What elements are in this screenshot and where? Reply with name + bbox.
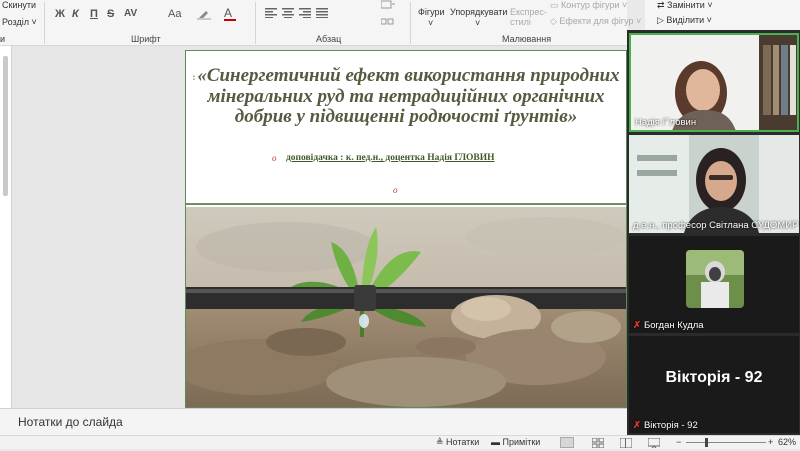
text-direction-icon[interactable]	[380, 0, 395, 13]
participant-name: ✗ Вікторія - 92	[633, 420, 698, 431]
ribbon: Скинути Розділ ˅ и Ж К П S AV Aa A Шрифт…	[0, 0, 646, 46]
participant-tile-speaking[interactable]: Надія Г'ловин	[629, 33, 799, 132]
zoom-out-button[interactable]: −	[676, 437, 681, 447]
zoom-slider-track[interactable]	[686, 442, 766, 443]
change-case-button[interactable]: Aa	[168, 8, 181, 20]
red-marker: о	[393, 185, 398, 195]
notes-toggle-button[interactable]: ≜ Нотатки	[436, 437, 479, 448]
thumbnail-scrollbar[interactable]	[3, 56, 8, 196]
font-color-bar	[224, 19, 236, 21]
align-center-icon[interactable]	[282, 8, 294, 21]
participant-tile[interactable]: Вікторія - 92 ✗ Вікторія - 92	[629, 336, 799, 433]
slide-photo[interactable]	[186, 207, 626, 407]
underline-button[interactable]: П	[90, 8, 98, 20]
replace-button[interactable]: ⇄ Замінити ˅	[657, 0, 713, 11]
align-right-icon[interactable]	[299, 8, 311, 21]
participant-name: ✗ Богдан Кудла	[633, 320, 704, 331]
slide-title-text: «Синергетичний ефект використання природ…	[197, 65, 620, 127]
participant-tile[interactable]: ✗ Богдан Кудла	[629, 236, 799, 333]
left-truncated-label: и	[0, 34, 6, 44]
ribbon-separator	[410, 2, 411, 44]
font-color-icon[interactable]: A	[224, 6, 232, 20]
title-box[interactable]: : «Синергетичний ефект використання приро…	[186, 51, 626, 205]
comments-toggle-button[interactable]: ▬ Примітки	[491, 437, 540, 447]
zoom-slider-thumb[interactable]	[705, 438, 708, 447]
zoom-in-button[interactable]: +	[768, 437, 773, 447]
red-marker: о	[272, 153, 277, 163]
shape-outline-button[interactable]: ▭ Контур фігури ˅	[550, 0, 627, 11]
muted-mic-icon: ✗	[633, 320, 641, 331]
highlight-pen-icon[interactable]	[197, 8, 211, 20]
participant-avatar	[686, 250, 744, 308]
select-button[interactable]: ▷ Виділити ˅	[657, 15, 712, 26]
character-spacing-button[interactable]: AV	[124, 8, 137, 19]
normal-view-icon[interactable]	[560, 437, 574, 448]
strikethrough-button[interactable]: S	[107, 8, 114, 20]
notes-bar[interactable]: Нотатки до слайда	[0, 408, 627, 435]
drawing-group-label: Малювання	[502, 34, 552, 44]
shape-effects-button[interactable]: ◇ Ефекти для фігур ˅	[550, 16, 641, 27]
smartart-icon[interactable]	[380, 17, 395, 30]
font-group-label: Шрифт	[131, 34, 161, 44]
italic-button[interactable]: К	[72, 8, 79, 20]
seedling-soil-image	[186, 207, 626, 407]
slide-thumbnail-strip[interactable]	[0, 46, 12, 408]
participant-tile[interactable]: д.е.н., професор Світлана СУДОМИР	[629, 135, 799, 233]
reset-button[interactable]: Скинути	[2, 0, 36, 10]
section-button[interactable]: Розділ ˅	[2, 17, 37, 27]
participant-big-name: Вікторія - 92	[665, 369, 763, 386]
slide-title[interactable]: : «Синергетичний ефект використання приро…	[192, 66, 620, 127]
slide-sorter-icon[interactable]	[591, 437, 605, 451]
shapes-button[interactable]: Фігури	[418, 7, 445, 17]
arrange-button[interactable]: Упорядкувати	[450, 7, 507, 17]
shapes-dropdown-chevron[interactable]: ˅	[428, 18, 433, 28]
paragraph-group-label: Абзац	[316, 34, 342, 44]
editing-group: ⇄ Замінити ˅ ▷ Виділити ˅	[645, 0, 800, 30]
status-bar: ≜ Нотатки ▬ Примітки − + 62%	[0, 435, 800, 449]
zoom-level[interactable]: 62%	[778, 437, 796, 447]
justify-icon[interactable]	[316, 8, 328, 21]
slide[interactable]: : «Синергетичний ефект використання приро…	[185, 50, 627, 408]
speaker-line[interactable]: доповідачка : к. пед.н., доцентка Надія …	[286, 153, 495, 163]
video-conference-panel: Надія Г'ловин д.е.н., професор Світлана …	[627, 30, 800, 435]
arrange-dropdown-chevron[interactable]: ˅	[475, 18, 480, 28]
participant-name: д.е.н., професор Світлана СУДОМИР	[633, 220, 799, 231]
bold-button[interactable]: Ж	[55, 8, 65, 20]
title-lead-mark: :	[192, 71, 196, 82]
ribbon-separator	[255, 2, 256, 44]
slideshow-icon[interactable]	[647, 437, 661, 451]
participant-video	[629, 135, 799, 233]
ribbon-separator	[44, 2, 45, 44]
quick-styles-button[interactable]: Експрес-стилі	[510, 7, 548, 27]
notes-placeholder[interactable]: Нотатки до слайда	[18, 415, 123, 429]
muted-mic-icon: ✗	[633, 420, 641, 431]
participant-name: Надія Г'ловин	[635, 117, 697, 128]
align-left-icon[interactable]	[265, 8, 277, 21]
reading-view-icon[interactable]	[619, 437, 633, 451]
